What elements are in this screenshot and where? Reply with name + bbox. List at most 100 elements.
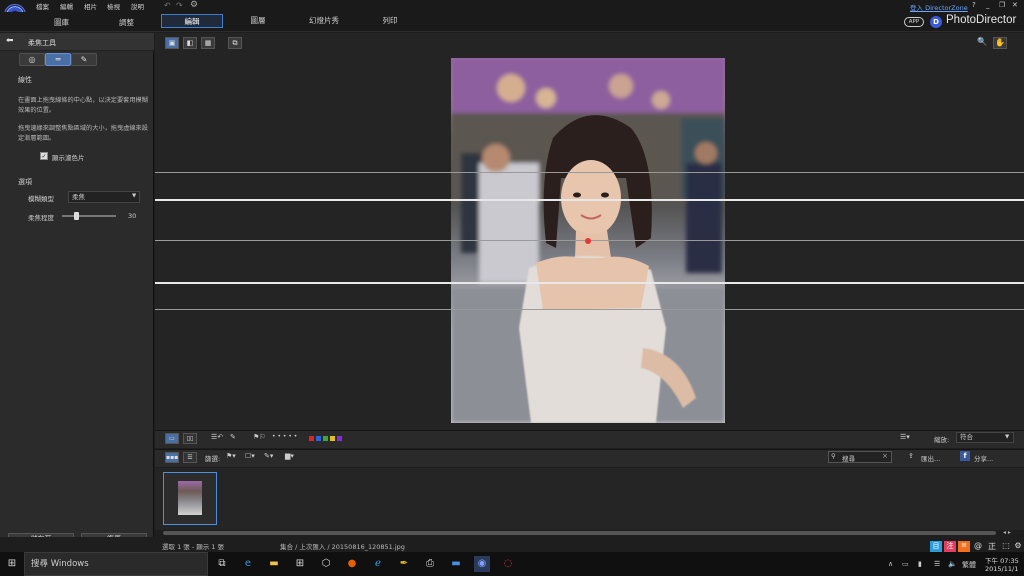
export-icon[interactable]: ⇪ xyxy=(908,452,914,460)
search-input[interactable]: 搜尋 xyxy=(842,453,855,463)
restore-icon[interactable]: ❐ xyxy=(999,1,1005,9)
view-grid-icon[interactable]: ▦ xyxy=(201,37,215,49)
blur-amount-slider[interactable] xyxy=(62,215,116,217)
color-label-green[interactable] xyxy=(323,436,328,441)
app-video-icon[interactable]: ▬ xyxy=(448,556,464,572)
linear-mode-tab[interactable]: ═ xyxy=(45,53,71,66)
edit-filter-icon[interactable]: ✎▾ xyxy=(264,452,273,460)
tray-app-icon[interactable]: ⬚ xyxy=(1000,541,1012,552)
close-icon[interactable]: ✕ xyxy=(1012,1,1018,9)
tray-app-icon[interactable]: 注 xyxy=(944,541,956,552)
tray-app-icon[interactable]: 正 xyxy=(986,541,998,552)
app-badge-button[interactable]: APP xyxy=(904,17,924,27)
color-label-red[interactable] xyxy=(309,436,314,441)
color-label-blue[interactable] xyxy=(316,436,321,441)
firefox-icon[interactable]: ● xyxy=(344,556,360,572)
show-filter-checkbox[interactable]: ✓ xyxy=(40,152,48,160)
menu-edit[interactable]: 編輯 xyxy=(60,1,73,11)
eyedropper-icon[interactable]: ✎ xyxy=(230,433,236,441)
facebook-icon[interactable]: f xyxy=(960,451,970,461)
tab-slideshow[interactable]: 幻燈片秀 xyxy=(293,14,355,28)
tray-settings-icon[interactable]: ⚙ xyxy=(1012,541,1024,552)
minimize-icon[interactable]: _ xyxy=(986,1,990,9)
store-icon[interactable]: ⊞ xyxy=(292,556,308,572)
filmstrip-scrollbar[interactable] xyxy=(163,531,996,535)
rotate-icon[interactable]: ☰↶ xyxy=(211,433,223,441)
tab-layers[interactable]: 圖層 xyxy=(227,14,289,28)
brush-mode-tab[interactable]: ✎ xyxy=(71,53,97,66)
menu-help[interactable]: 說明 xyxy=(131,1,144,11)
back-arrow-icon[interactable]: ⬅ xyxy=(6,36,14,46)
view-compare-icon[interactable]: ◧ xyxy=(183,37,197,49)
rating-filter-icon[interactable]: ☐▾ xyxy=(245,452,255,460)
share-button[interactable]: 分享... xyxy=(974,453,993,463)
redo-icon[interactable]: ↷ xyxy=(176,1,183,10)
gear-icon[interactable]: ⚙ xyxy=(190,0,198,10)
network-icon[interactable]: ▭ xyxy=(902,560,909,568)
menu-photo[interactable]: 相片 xyxy=(84,1,97,11)
dropdown-arrow-icon: ▼ xyxy=(132,193,137,199)
tray-up-arrow-icon[interactable]: ∧ xyxy=(888,560,893,568)
photodirector-taskbar-icon[interactable]: ◉ xyxy=(474,556,490,572)
tab-edit[interactable]: 編輯 xyxy=(161,14,223,28)
flag-icon[interactable]: ⚑⚐ xyxy=(253,433,266,441)
view-single-icon[interactable]: ▣ xyxy=(165,37,179,49)
status-bar xyxy=(0,537,1024,551)
tray-app-icon[interactable]: ≡ xyxy=(958,541,970,552)
blur-amount-value: 30 xyxy=(128,212,137,220)
menu-file[interactable]: 檔案 xyxy=(36,1,49,11)
single-view-button[interactable]: ▭ xyxy=(165,433,179,444)
task-view-icon[interactable]: ⧉ xyxy=(214,556,230,572)
undo-icon[interactable]: ↶ xyxy=(164,1,171,10)
tab-library[interactable]: 圖庫 xyxy=(54,17,69,28)
blur-gradient-line-top[interactable] xyxy=(155,172,1024,173)
app-circle-icon[interactable]: ◌ xyxy=(500,556,516,572)
focus-center-handle[interactable] xyxy=(585,238,591,244)
taskbar-date[interactable]: 2015/11/1 xyxy=(985,565,1018,573)
sort-icon[interactable]: ☰▾ xyxy=(900,433,910,441)
tray-app-icon[interactable]: 目 xyxy=(930,541,942,552)
app-cube-icon[interactable]: ⬡ xyxy=(318,556,334,572)
radial-mode-tab[interactable]: ◎ xyxy=(19,53,45,66)
scroll-arrows-icon[interactable]: ◂ ▸ xyxy=(1003,529,1011,536)
color-label-purple[interactable] xyxy=(337,436,342,441)
app-printer-icon[interactable]: ⎙ xyxy=(422,556,438,572)
file-explorer-icon[interactable]: ▬ xyxy=(266,556,282,572)
panel-title: 柔焦工具 xyxy=(28,39,56,47)
thumbnail-view-button[interactable]: ▪▪▪ xyxy=(165,452,179,463)
taskbar-time[interactable]: 下午 07:35 xyxy=(985,555,1019,565)
list-view-button[interactable]: ☰ xyxy=(183,452,197,463)
flag-filter-icon[interactable]: ⚑▾ xyxy=(226,452,236,460)
ie-icon[interactable]: ℯ xyxy=(370,556,386,572)
export-button[interactable]: 匯出... xyxy=(921,453,940,463)
app-pen-icon[interactable]: ✒ xyxy=(396,556,412,572)
tab-adjust[interactable]: 調整 xyxy=(119,17,134,28)
label-filter-icon[interactable]: ▆▾ xyxy=(285,452,294,460)
blur-type-select[interactable]: 柔焦 xyxy=(68,191,140,203)
rating-dots[interactable]: • • • • • xyxy=(272,433,297,440)
windows-start-icon[interactable]: ⊞ xyxy=(4,556,20,572)
ime-indicator[interactable]: 繁體 xyxy=(962,560,976,570)
edge-icon[interactable]: e xyxy=(240,556,256,572)
compare-view-button[interactable]: ▯▯ xyxy=(183,433,197,444)
tab-print[interactable]: 列印 xyxy=(359,14,421,28)
windows-search-box[interactable]: 搜尋 Windows xyxy=(24,552,208,576)
color-label-yellow[interactable] xyxy=(330,436,335,441)
login-link[interactable]: 登入 DirectorZone xyxy=(910,2,968,12)
hand-tool-icon[interactable]: ✋ xyxy=(993,37,1007,49)
volume-icon[interactable]: 🔈 xyxy=(948,560,957,568)
clear-search-icon[interactable]: × xyxy=(882,452,888,460)
focus-line-top[interactable] xyxy=(155,199,1024,201)
fullscreen-icon[interactable]: ⧉ xyxy=(228,37,242,49)
zoom-tool-icon[interactable]: 🔍 xyxy=(975,37,989,49)
focus-line-bottom[interactable] xyxy=(155,282,1024,284)
thumbnail-image[interactable] xyxy=(178,481,202,515)
menu-view[interactable]: 檢視 xyxy=(107,1,120,11)
battery-icon[interactable]: ▮ xyxy=(918,560,922,568)
tray-app-icon[interactable]: @ xyxy=(972,541,984,552)
blur-amount-slider-handle[interactable] xyxy=(74,212,79,220)
blur-gradient-line-bottom[interactable] xyxy=(155,309,1024,310)
help-button[interactable]: ? xyxy=(972,1,976,9)
wifi-icon[interactable]: ☰ xyxy=(934,560,940,568)
show-filter-label: 顯示濾色片 xyxy=(52,154,85,162)
